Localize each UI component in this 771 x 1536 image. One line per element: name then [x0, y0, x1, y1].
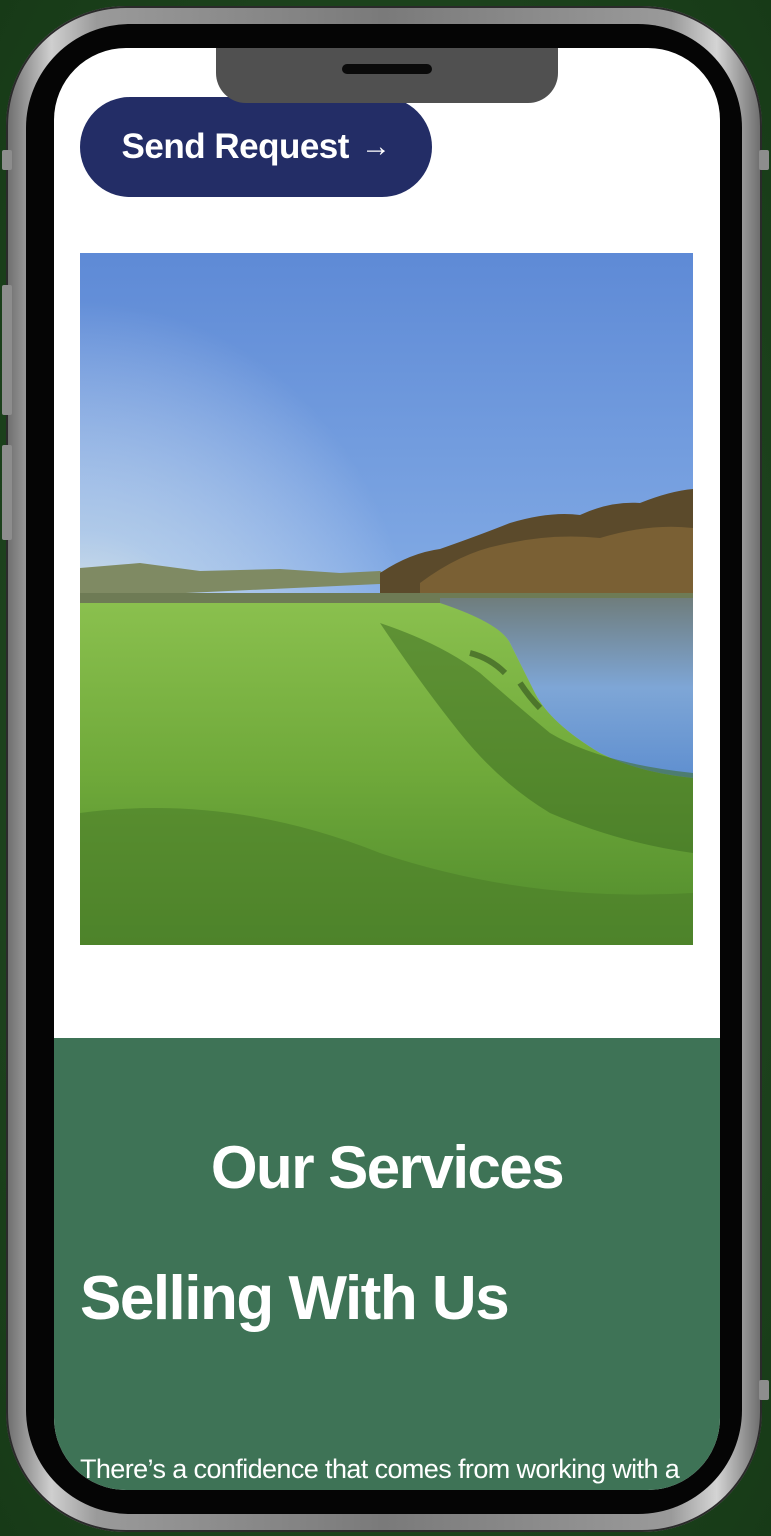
services-section: Our Services Selling With Us There’s a c…	[54, 1038, 720, 1490]
send-request-button[interactable]: Send Request →	[80, 97, 432, 197]
selling-with-us-title: Selling With Us	[80, 1264, 510, 1333]
phone-bottom-button	[759, 1380, 769, 1400]
phone-notch	[216, 48, 558, 103]
send-request-label: Send Request	[121, 127, 350, 166]
phone-screen: Send Request → Our Services Selling With…	[54, 48, 720, 1490]
services-heading: Our Services	[210, 1134, 565, 1201]
speaker-grille	[342, 64, 432, 74]
selling-with-us-description: There’s a confidence that comes from wor…	[80, 1454, 680, 1484]
arrow-right-icon: →	[360, 130, 391, 163]
hero-image	[80, 253, 693, 945]
phone-side-button-right	[759, 150, 769, 170]
phone-volume-down-button	[2, 445, 12, 540]
phone-side-button	[2, 150, 12, 170]
phone-volume-up-button	[2, 285, 12, 415]
